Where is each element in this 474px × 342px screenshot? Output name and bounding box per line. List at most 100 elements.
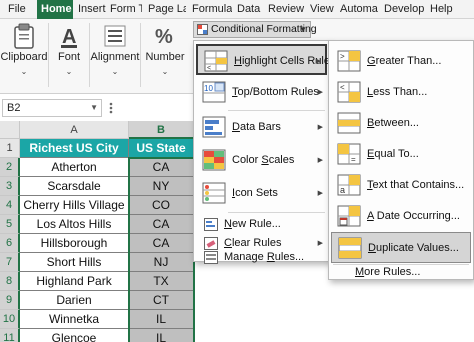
new-rule-icon [204,218,218,231]
table-cell-city[interactable]: Scarsdale [20,177,129,196]
chevron-down-icon: ▼ [299,25,307,34]
menu-item-equal-to[interactable]: = Equal To... [331,139,471,170]
menu-item-top-bottom-rules[interactable]: 10 Top/Bottom Rules ▶ [196,77,327,108]
menu-item-duplicate-values[interactable]: Duplicate Values... [331,232,471,263]
menu-item-less-than[interactable]: < Less Than... [331,77,471,108]
row-header[interactable]: 6 [0,234,20,253]
eraser-icon [204,237,218,250]
row-header[interactable]: 11 [0,329,20,342]
tab-file[interactable]: File [6,2,30,17]
tab-view[interactable]: View [308,2,336,17]
table-cell-state[interactable]: IL [129,310,194,329]
table-cell-state[interactable]: TX [129,272,194,291]
alignment-group[interactable]: Alignment ⌄ [90,19,140,94]
row-header[interactable]: 4 [0,196,20,215]
chevron-down-icon[interactable]: ▼ [90,100,98,116]
menu-item-label: Equal To... [367,148,419,160]
submenu-arrow-icon: ▶ [317,89,323,96]
color-scales-icon [202,149,226,171]
svg-text:a: a [340,185,345,195]
tab-data[interactable]: Data [235,2,263,17]
menu-separator [228,110,325,111]
greater-than-icon: > [337,50,361,72]
table-cell-state[interactable]: NJ [129,253,194,272]
column-header-b[interactable]: B [129,121,194,139]
tab-review[interactable]: Review [266,2,306,17]
row-header[interactable]: 9 [0,291,20,310]
menu-item-color-scales[interactable]: Color Scales ▶ [196,145,327,176]
row-header[interactable]: 5 [0,215,20,234]
font-group[interactable]: A Font ⌄ [49,19,89,94]
highlight-cells-icon: < [204,50,228,72]
menu-item-text-that-contains[interactable]: a Text that Contains... [331,170,471,201]
table-cell-state[interactable]: CA [129,234,194,253]
alignment-label: Alignment [90,51,140,63]
tab-developer[interactable]: Develop [382,2,424,17]
menu-item-data-bars[interactable]: Data Bars ▶ [196,112,327,143]
menu-item-greater-than[interactable]: > Greater Than... [331,46,471,77]
tab-insert[interactable]: Insert [76,2,106,17]
conditional-formatting-button[interactable]: Conditional Formatting ▼ [193,21,317,38]
tab-help[interactable]: Help [428,2,456,17]
menu-item-label: Top/Bottom Rules [232,86,319,98]
name-box[interactable]: B2 ▼ [2,99,102,117]
submenu-arrow-icon: ▶ [317,190,323,197]
text-contains-icon: a [337,174,361,196]
row-header[interactable]: 7 [0,253,20,272]
menu-item-a-date-occurring[interactable]: A Date Occurring... [331,201,471,232]
select-all-corner[interactable] [0,121,20,139]
table-cell-city[interactable]: Atherton [20,158,129,177]
table-cell-city[interactable]: Highland Park [20,272,129,291]
table-cell-city[interactable]: Winnetka [20,310,129,329]
menu-item-icon-sets[interactable]: Icon Sets ▶ [196,178,327,209]
menu-item-highlight-cells-rules[interactable]: < Highlight Cells Rules ▶ [196,44,336,75]
menu-item-label: Between... [367,117,419,129]
table-cell-city[interactable]: Los Altos Hills [20,215,129,234]
table-cell-city[interactable]: Short Hills [20,253,129,272]
between-icon [337,112,361,134]
chevron-down-icon: ⌄ [65,67,73,76]
table-cell-state[interactable]: NY [129,177,194,196]
top-bottom-icon: 10 [202,81,226,103]
table-header-city[interactable]: Richest US City [20,139,129,158]
row-header[interactable]: 3 [0,177,20,196]
menu-item-manage-rules[interactable]: Manage Rules... [196,251,327,264]
table-cell-city[interactable]: Darien [20,291,129,310]
table-cell-state[interactable]: CA [129,215,194,234]
name-box-value: B2 [7,102,21,114]
tab-home[interactable]: Home [37,0,73,19]
menu-item-label: Icon Sets [232,187,278,199]
table-cell-state[interactable]: IL [129,329,194,342]
menu-item-label: New Rule... [224,218,281,230]
menu-item-label: Manage Rules... [224,251,305,263]
tab-form-table[interactable]: Form Ta [108,2,142,17]
row-header[interactable]: 2 [0,158,20,177]
row-header[interactable]: 8 [0,272,20,291]
menu-separator [228,212,325,213]
row-header[interactable]: 10 [0,310,20,329]
table-cell-state[interactable]: CT [129,291,194,310]
svg-text:>: > [340,52,345,61]
table-header-state[interactable]: US State [129,139,194,158]
row-header[interactable]: 1 [0,139,20,158]
menu-item-more-rules[interactable]: More Rules... [331,265,471,280]
clipboard-group[interactable]: Clipboard ⌄ [0,19,48,94]
menu-item-label: Color Scales [232,154,295,166]
menu-item-between[interactable]: Between... [331,108,471,139]
table-cell-city[interactable]: Cherry Hills Village [20,196,129,215]
menu-item-label: Data Bars [232,121,281,133]
tab-formulas[interactable]: Formula [190,2,232,17]
number-group[interactable]: % Number ⌄ [141,19,189,94]
table-cell-state[interactable]: CA [129,158,194,177]
table-cell-city[interactable]: Glencoe [20,329,129,342]
tab-automate[interactable]: Automa [338,2,380,17]
submenu-arrow-icon: ▶ [317,124,323,131]
table-cell-state[interactable]: CO [129,196,194,215]
tab-page-layout[interactable]: Page La [146,2,186,17]
more-options-icon[interactable] [104,99,118,117]
table-cell-city[interactable]: Hillsborough [20,234,129,253]
column-header-a[interactable]: A [20,121,129,139]
menu-item-label: Less Than... [367,86,428,98]
font-label: Font [57,51,80,63]
menu-item-new-rule[interactable]: New Rule... [196,215,327,234]
